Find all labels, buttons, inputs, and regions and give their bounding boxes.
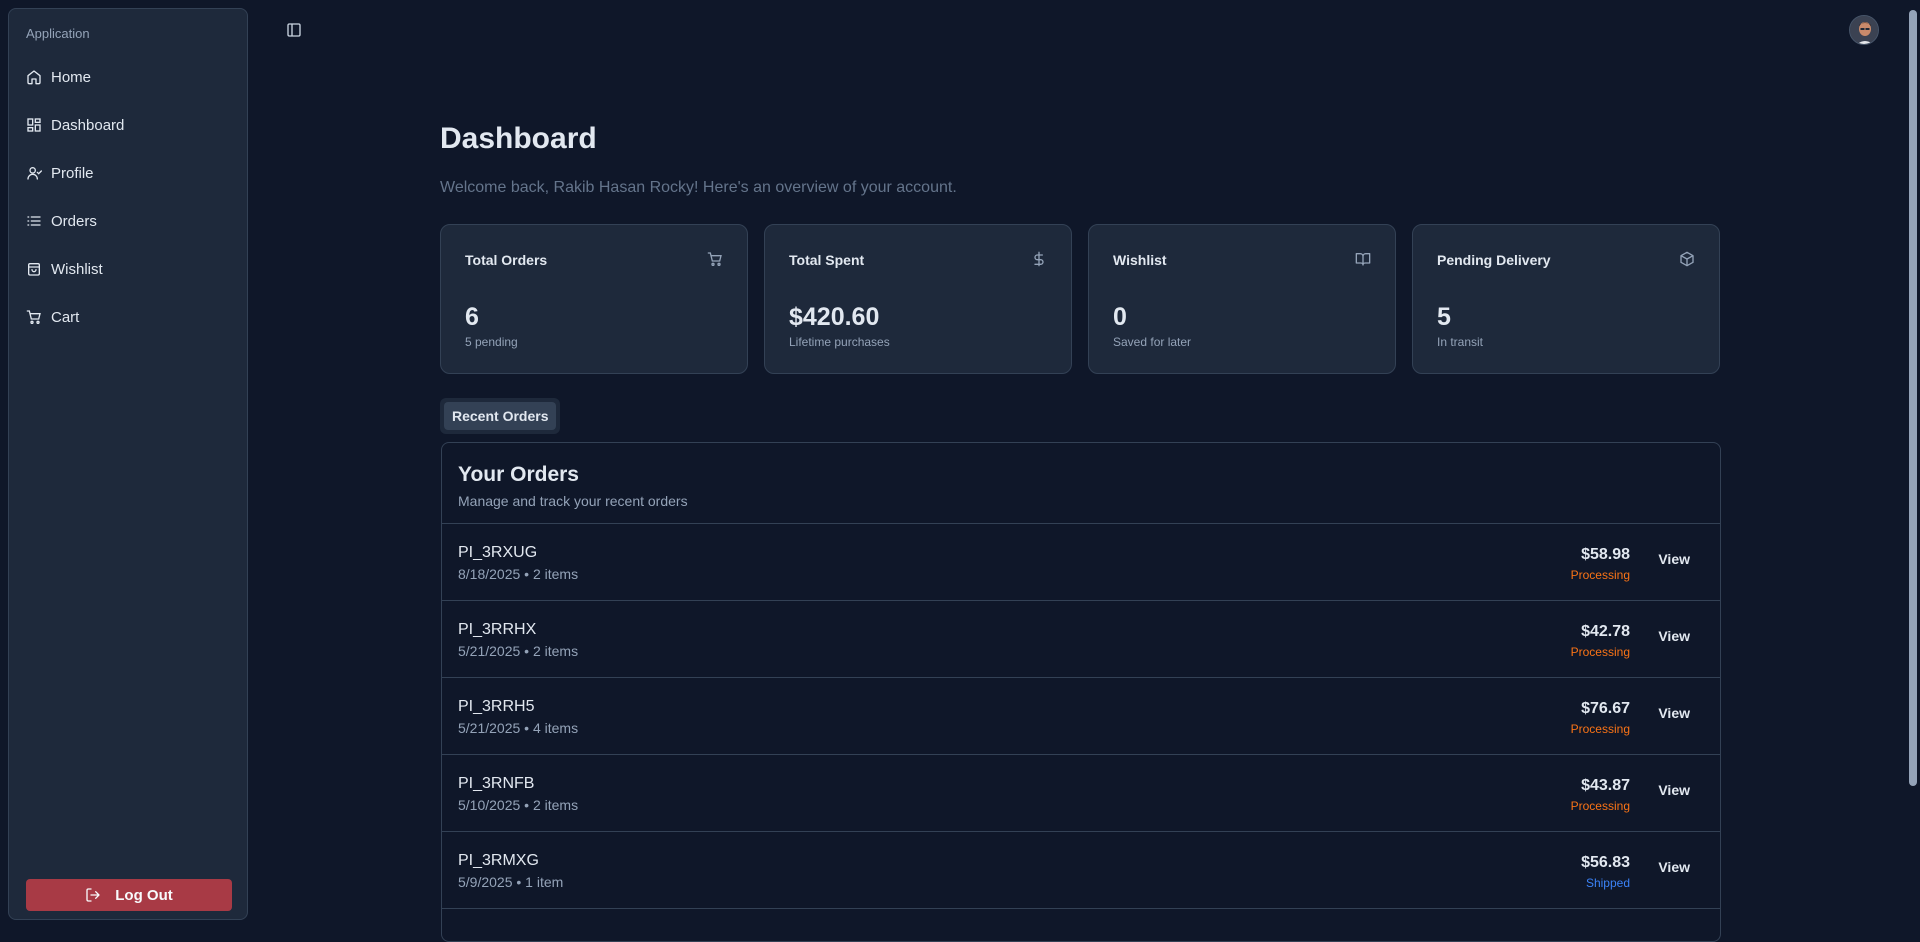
sidebar-item-label: Orders [51, 212, 97, 230]
sidebar-item-wishlist[interactable]: Wishlist [17, 249, 239, 289]
order-meta: 8/18/2025 • 2 items [458, 566, 579, 582]
order-meta: 5/10/2025 • 2 items [458, 797, 579, 813]
tab-recent-orders[interactable]: Recent Orders [444, 402, 557, 430]
sidebar-item-orders[interactable]: Orders [17, 201, 239, 241]
stat-card-total-spent: Total Spent $420.60 Lifetime purchases [764, 224, 1072, 374]
grid-icon [26, 117, 42, 133]
panel-left-icon [287, 23, 301, 37]
order-row: PI_3RRH5 5/21/2025 • 4 items $76.67 Proc… [442, 678, 1720, 755]
sidebar-item-dashboard[interactable]: Dashboard [17, 105, 239, 145]
order-status: Shipped [1585, 876, 1630, 890]
logout-label: Log Out [115, 886, 173, 904]
stat-value: 0 [1113, 303, 1127, 331]
order-row [442, 909, 1720, 941]
list-icon [26, 213, 42, 229]
page-title: Dashboard [440, 122, 597, 155]
view-order-button[interactable]: View [1658, 551, 1690, 567]
sidebar-item-label: Profile [51, 164, 94, 182]
page-subtitle: Welcome back, Rakib Hasan Rocky! Here's … [440, 179, 957, 196]
order-id: PI_3RXUG [458, 544, 538, 561]
sidebar-item-profile[interactable]: Profile [17, 153, 239, 193]
order-row: PI_3RNFB 5/10/2025 • 2 items $43.87 Proc… [442, 755, 1720, 832]
order-amount: $76.67 [1581, 700, 1630, 717]
stats-row: Total Orders 6 5 pending Total Spent $42… [440, 224, 1720, 374]
stat-title: Total Orders [465, 252, 548, 268]
order-id: PI_3RRH5 [458, 698, 535, 715]
home-icon [26, 69, 42, 85]
stat-subtext: Lifetime purchases [789, 335, 890, 349]
sidebar-toggle-button[interactable] [284, 20, 304, 40]
stat-card-wishlist: Wishlist 0 Saved for later [1088, 224, 1396, 374]
order-amount: $56.83 [1581, 854, 1630, 871]
sidebar-nav: Home Dashboard Profile Orders Wishlist C… [17, 57, 239, 345]
avatar-image [1850, 16, 1878, 44]
sidebar-item-home[interactable]: Home [17, 57, 239, 97]
order-meta: 5/9/2025 • 1 item [458, 874, 564, 890]
cart-icon [26, 309, 42, 325]
scrollbar-thumb[interactable] [1909, 10, 1917, 786]
order-id: PI_3RMXG [458, 852, 539, 869]
sidebar-item-label: Wishlist [51, 260, 103, 278]
stat-card-total-orders: Total Orders 6 5 pending [440, 224, 748, 374]
stat-value: $420.60 [789, 303, 880, 331]
sidebar-group-label: Application [26, 26, 90, 41]
stat-title: Total Spent [789, 252, 865, 268]
book-icon [1355, 251, 1371, 267]
orders-title: Your Orders [458, 463, 579, 486]
view-order-button[interactable]: View [1658, 782, 1690, 798]
orders-card: Your Orders Manage and track your recent… [441, 442, 1721, 942]
dollar-icon [1031, 251, 1047, 267]
order-amount: $58.98 [1581, 546, 1630, 563]
view-order-button[interactable]: View [1658, 628, 1690, 644]
logout-button[interactable]: Log Out [26, 879, 232, 911]
user-icon [26, 165, 42, 181]
tabs: Recent Orders [440, 398, 561, 434]
order-amount: $43.87 [1581, 777, 1630, 794]
order-amount: $42.78 [1581, 623, 1630, 640]
logout-icon [86, 888, 100, 902]
vertical-scrollbar[interactable] [1904, 0, 1920, 929]
order-status: Processing [1570, 568, 1630, 582]
sidebar-item-cart[interactable]: Cart [17, 297, 239, 337]
view-order-button[interactable]: View [1658, 705, 1690, 721]
package-icon [1679, 251, 1695, 267]
sidebar-item-label: Dashboard [51, 116, 125, 134]
stat-subtext: Saved for later [1113, 335, 1192, 349]
order-meta: 5/21/2025 • 4 items [458, 720, 579, 736]
stat-subtext: In transit [1437, 335, 1484, 349]
order-row: PI_3RMXG 5/9/2025 • 1 item $56.83 Shippe… [442, 832, 1720, 909]
stat-title: Pending Delivery [1437, 252, 1551, 268]
stat-card-pending-delivery: Pending Delivery 5 In transit [1412, 224, 1720, 374]
order-id: PI_3RNFB [458, 775, 535, 792]
order-id: PI_3RRHX [458, 621, 537, 638]
order-meta: 5/21/2025 • 2 items [458, 643, 579, 659]
sidebar-item-label: Home [51, 68, 92, 86]
stat-title: Wishlist [1113, 252, 1167, 268]
order-status: Processing [1570, 645, 1630, 659]
order-row: PI_3RXUG 8/18/2025 • 2 items $58.98 Proc… [442, 524, 1720, 601]
sidebar-item-label: Cart [51, 308, 80, 326]
avatar[interactable] [1849, 15, 1879, 45]
order-status: Processing [1570, 722, 1630, 736]
order-status: Processing [1570, 799, 1630, 813]
stat-value: 5 [1437, 303, 1451, 331]
orders-header: Your Orders Manage and track your recent… [442, 443, 1720, 524]
stat-subtext: 5 pending [465, 335, 518, 349]
bag-icon [26, 261, 42, 277]
stat-value: 6 [465, 303, 479, 331]
sidebar: Application Home Dashboard Profile Order… [8, 8, 248, 920]
cart-icon [707, 251, 723, 267]
orders-subtitle: Manage and track your recent orders [458, 493, 688, 509]
order-row: PI_3RRHX 5/21/2025 • 2 items $42.78 Proc… [442, 601, 1720, 678]
view-order-button[interactable]: View [1658, 859, 1690, 875]
